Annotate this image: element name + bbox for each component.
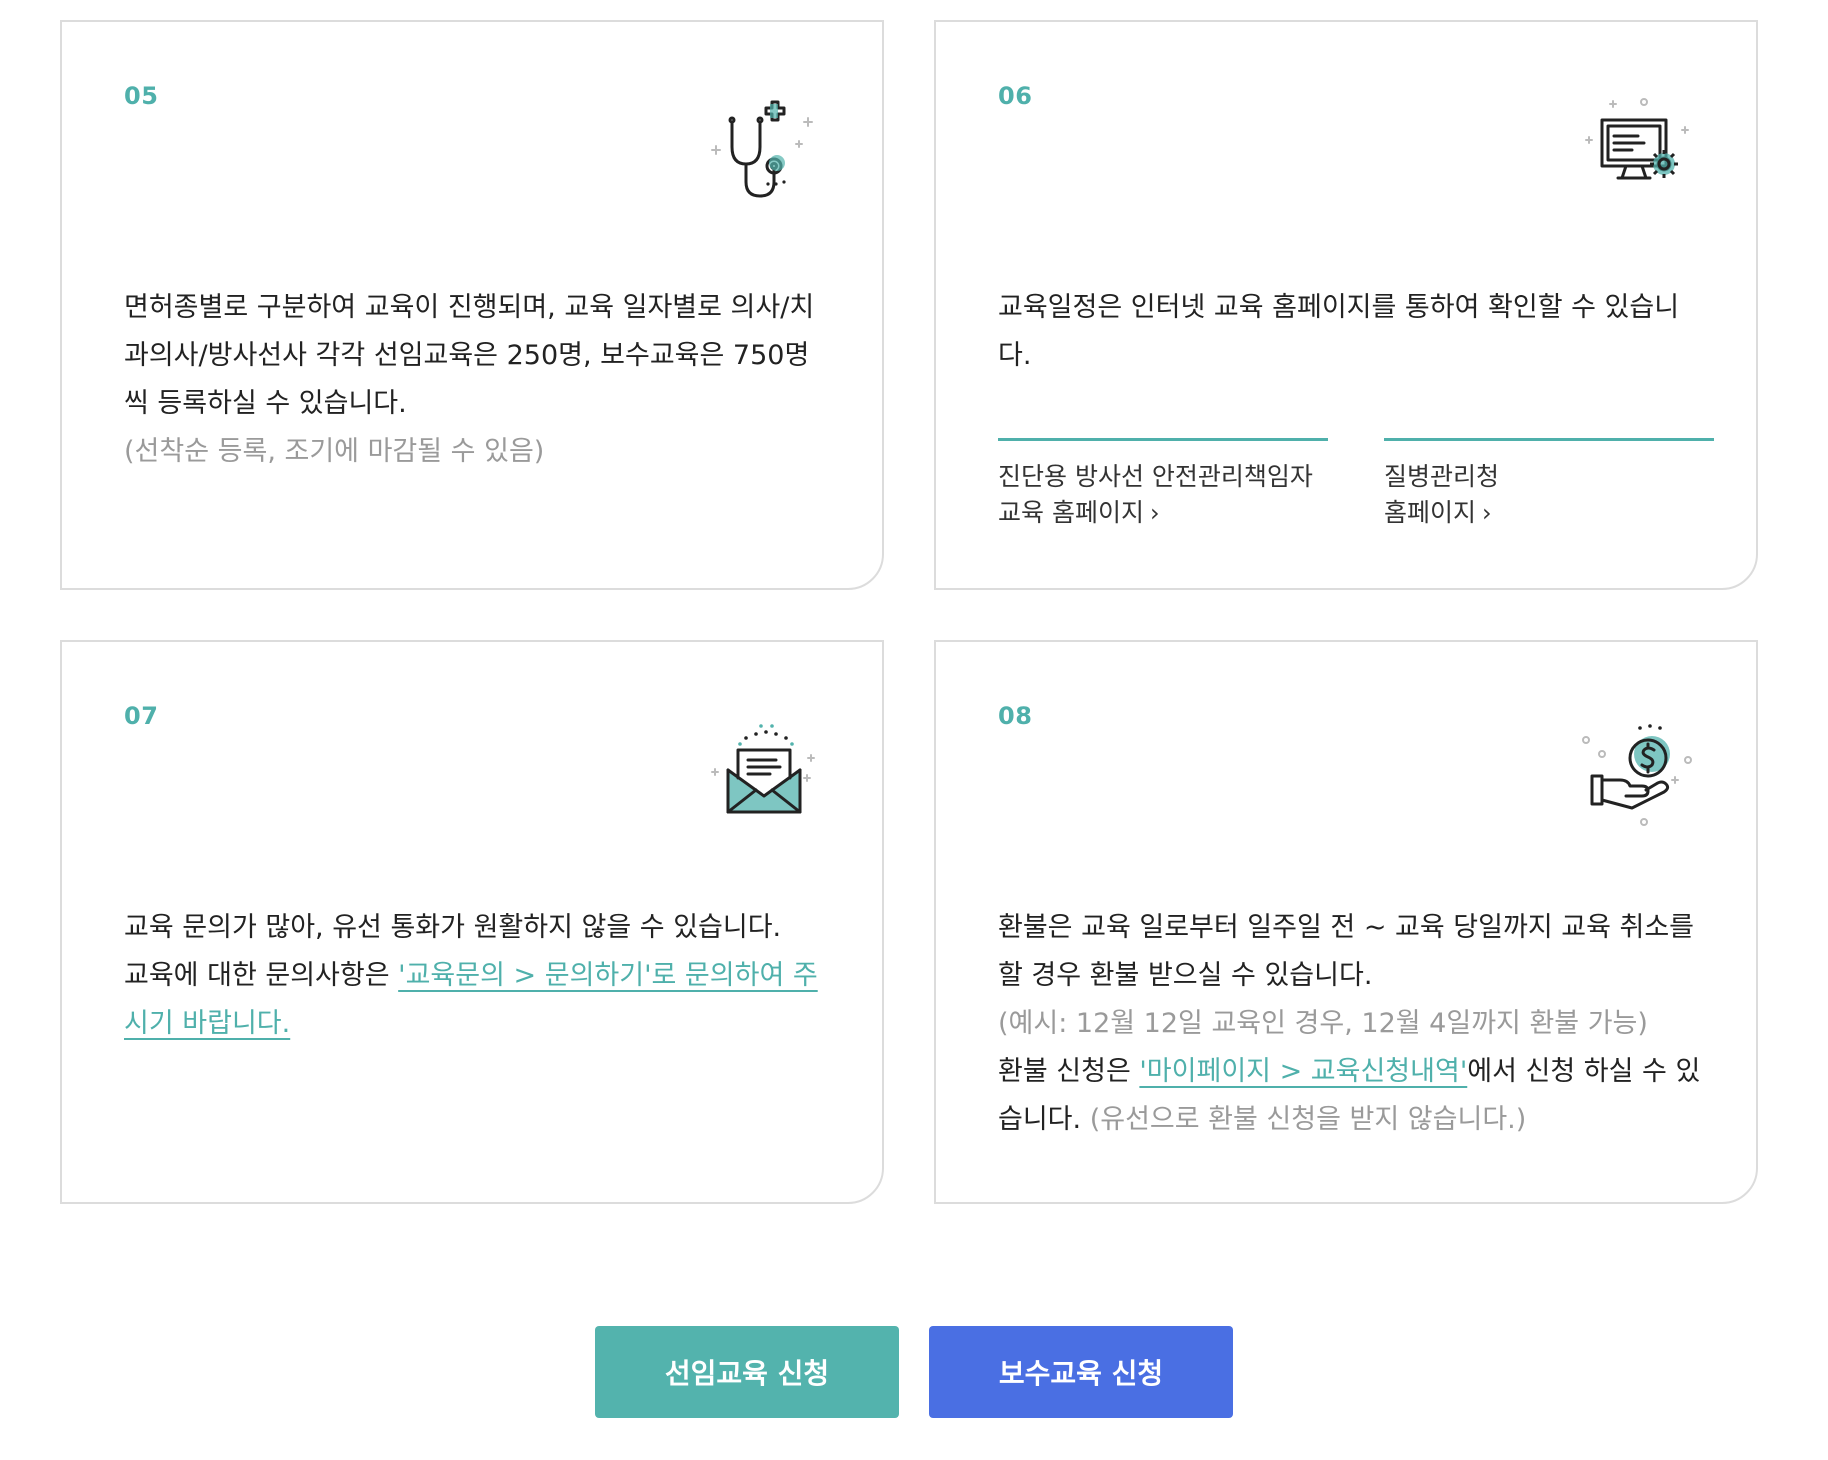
inquiry-link-continued[interactable]: 시기 바랍니다. bbox=[124, 1008, 290, 1039]
mypage-application-link[interactable]: '마이페이지 > 교육신청내역' bbox=[1139, 1056, 1467, 1087]
hand-coin-icon bbox=[1582, 724, 1692, 826]
kdca-homepage-link[interactable]: 질병관리청 홈페이지 › bbox=[1384, 438, 1714, 531]
body-text: 에서 신청 하실 수 있 bbox=[1467, 1056, 1701, 1087]
body-line: 할 경우 환불 받으실 수 있습니다. bbox=[998, 960, 1373, 991]
body-line: 환불은 교육 일로부터 일주일 전 ~ 교육 당일까지 교육 취소를 bbox=[998, 912, 1695, 943]
body-line: 과의사/방사선사 각각 선임교육은 250명, 보수교육은 750명 bbox=[124, 340, 810, 371]
envelope-letter-icon bbox=[711, 724, 815, 814]
body-note: (유선으로 환불 신청을 받지 않습니다.) bbox=[1081, 1104, 1527, 1135]
body-text: 교육에 대한 문의사항은 bbox=[124, 960, 399, 991]
chevron-right-icon: › bbox=[1482, 499, 1492, 527]
body-line: 시기 바랍니다. bbox=[124, 1000, 834, 1048]
info-card-07: 07 교육 문의가 많아, 유선 통화가 원활하지 않을 수 있습니다. 교육에… bbox=[60, 640, 884, 1204]
body-text: 환불 신청은 bbox=[998, 1056, 1140, 1087]
link-label: 진단용 방사선 안전관리책임자 bbox=[998, 462, 1313, 491]
info-card-06: 06 교육일정은 인터넷 교육 홈페이지를 통하여 확인할 수 있습니 다. 진… bbox=[934, 20, 1758, 590]
application-buttons: 선임교육 신청 보수교육 신청 bbox=[0, 1326, 1828, 1418]
card-body: 교육 문의가 많아, 유선 통화가 원활하지 않을 수 있습니다. 교육에 대한… bbox=[124, 904, 834, 1048]
stethoscope-icon bbox=[711, 100, 813, 198]
initial-education-apply-button[interactable]: 선임교육 신청 bbox=[595, 1326, 899, 1418]
info-card-05: 05 면허종별로 구분하여 교육이 진행되며, 교육 일자별로 의사/치 과의사… bbox=[60, 20, 884, 590]
body-line: 씩 등록하실 수 있습니다. bbox=[124, 388, 407, 419]
body-line: 다. bbox=[998, 340, 1032, 371]
body-note: (선착순 등록, 조기에 마감될 수 있음) bbox=[124, 436, 545, 467]
info-card-08: 08 환불은 교육 일로부터 일주일 전 ~ 교육 당일까지 교육 취소를 할 … bbox=[934, 640, 1758, 1204]
body-line: 교육 문의가 많아, 유선 통화가 원활하지 않을 수 있습니다. bbox=[124, 912, 782, 943]
education-homepage-link[interactable]: 진단용 방사선 안전관리책임자 교육 홈페이지 › bbox=[998, 438, 1328, 531]
link-label: 교육 홈페이지 bbox=[998, 498, 1144, 527]
card-body: 교육일정은 인터넷 교육 홈페이지를 통하여 확인할 수 있습니 다. bbox=[998, 284, 1708, 380]
card-number: 05 bbox=[124, 82, 159, 110]
body-line: 교육일정은 인터넷 교육 홈페이지를 통하여 확인할 수 있습니 bbox=[998, 292, 1680, 323]
monitor-gear-icon bbox=[1585, 98, 1689, 180]
card-number: 06 bbox=[998, 82, 1033, 110]
homepage-links: 진단용 방사선 안전관리책임자 교육 홈페이지 › 질병관리청 홈페이지 › bbox=[998, 438, 1714, 531]
body-line: 습니다. (유선으로 환불 신청을 받지 않습니다.) bbox=[998, 1096, 1708, 1144]
link-label: 홈페이지 bbox=[1384, 498, 1477, 527]
body-line: 교육에 대한 문의사항은 '교육문의 > 문의하기'로 문의하여 주 bbox=[124, 952, 834, 1000]
body-note: (예시: 12월 12일 교육인 경우, 12월 4일까지 환불 가능) bbox=[998, 1008, 1648, 1039]
body-text: 습니다. bbox=[998, 1104, 1082, 1135]
chevron-right-icon: › bbox=[1149, 499, 1160, 527]
inquiry-link[interactable]: '교육문의 > 문의하기'로 문의하여 주 bbox=[398, 960, 818, 991]
card-number: 07 bbox=[124, 702, 159, 730]
refresher-education-apply-button[interactable]: 보수교육 신청 bbox=[929, 1326, 1233, 1418]
card-body: 면허종별로 구분하여 교육이 진행되며, 교육 일자별로 의사/치 과의사/방사… bbox=[124, 284, 834, 476]
body-line: 환불 신청은 '마이페이지 > 교육신청내역'에서 신청 하실 수 있 bbox=[998, 1048, 1708, 1096]
card-number: 08 bbox=[998, 702, 1033, 730]
link-label: 질병관리청 bbox=[1384, 462, 1500, 491]
body-line: 면허종별로 구분하여 교육이 진행되며, 교육 일자별로 의사/치 bbox=[124, 292, 815, 323]
card-body: 환불은 교육 일로부터 일주일 전 ~ 교육 당일까지 교육 취소를 할 경우 … bbox=[998, 904, 1708, 1144]
